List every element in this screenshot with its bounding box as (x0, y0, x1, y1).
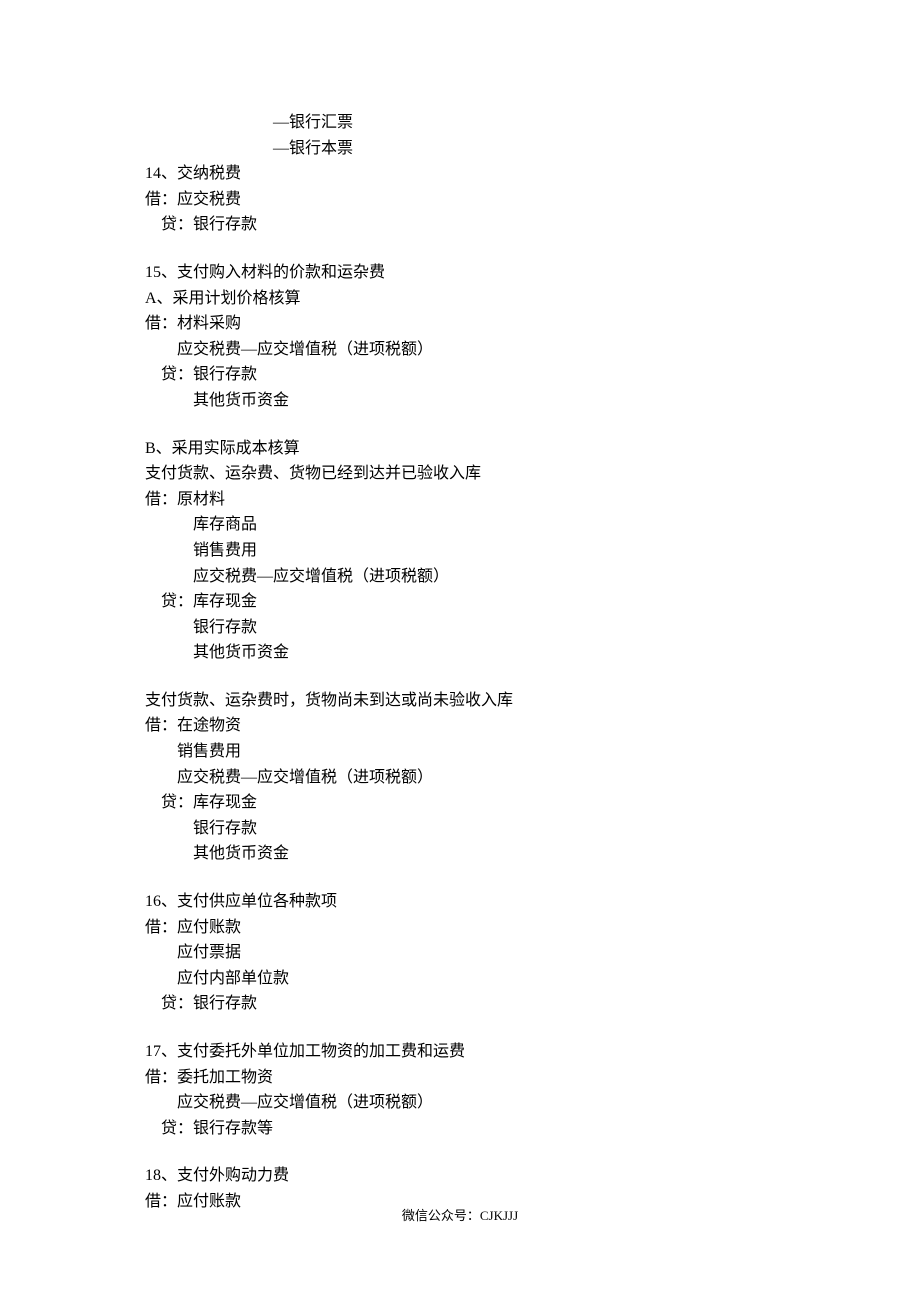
entry-line: 借：材料采购 (145, 311, 775, 337)
entry-line: 贷：银行存款 (145, 212, 775, 238)
entry-line: 银行存款 (145, 615, 775, 641)
section-title: B、采用实际成本核算 (145, 436, 775, 462)
entry-line: 借：委托加工物资 (145, 1065, 775, 1091)
entry-line: 应交税费—应交增值税（进项税额） (145, 765, 775, 791)
entry-line: 银行存款 (145, 816, 775, 842)
header-line-1: —银行汇票 (145, 110, 775, 136)
entry-line: 其他货币资金 (145, 841, 775, 867)
entry-line: 应交税费—应交增值税（进项税额） (145, 337, 775, 363)
entry-line: 销售费用 (145, 739, 775, 765)
entry-line: 贷：库存现金 (145, 790, 775, 816)
entry-line: 应付内部单位款 (145, 966, 775, 992)
section-title: 15、支付购入材料的价款和运杂费 (145, 260, 775, 286)
entry-line: 借：应交税费 (145, 187, 775, 213)
entry-line: A、采用计划价格核算 (145, 286, 775, 312)
entry-line: 借：应付账款 (145, 915, 775, 941)
entry-line: 贷：银行存款 (145, 991, 775, 1017)
entry-line: 贷：银行存款 (145, 362, 775, 388)
entry-line: 其他货币资金 (145, 388, 775, 414)
section-title: 17、支付委托外单位加工物资的加工费和运费 (145, 1039, 775, 1065)
document-body: —银行汇票 —银行本票 14、交纳税费 借：应交税费 贷：银行存款 15、支付购… (145, 110, 775, 1215)
section-title: 支付货款、运杂费时，货物尚未到达或尚未验收入库 (145, 688, 775, 714)
entry-line: 应交税费—应交增值税（进项税额） (145, 1090, 775, 1116)
footer-text: 微信公众号：CJKJJJ (0, 1206, 920, 1227)
entry-line: 支付货款、运杂费、货物已经到达并已验收入库 (145, 461, 775, 487)
entry-line: 销售费用 (145, 538, 775, 564)
entry-line: 应交税费—应交增值税（进项税额） (145, 564, 775, 590)
entry-line: 贷：库存现金 (145, 589, 775, 615)
section-title: 18、支付外购动力费 (145, 1163, 775, 1189)
entry-line: 借：在途物资 (145, 713, 775, 739)
entry-line: 库存商品 (145, 512, 775, 538)
header-line-2: —银行本票 (145, 136, 775, 162)
entry-line: 贷：银行存款等 (145, 1116, 775, 1142)
entry-line: 借：原材料 (145, 487, 775, 513)
section-title: 14、交纳税费 (145, 161, 775, 187)
entry-line: 其他货币资金 (145, 640, 775, 666)
section-title: 16、支付供应单位各种款项 (145, 889, 775, 915)
entry-line: 应付票据 (145, 940, 775, 966)
